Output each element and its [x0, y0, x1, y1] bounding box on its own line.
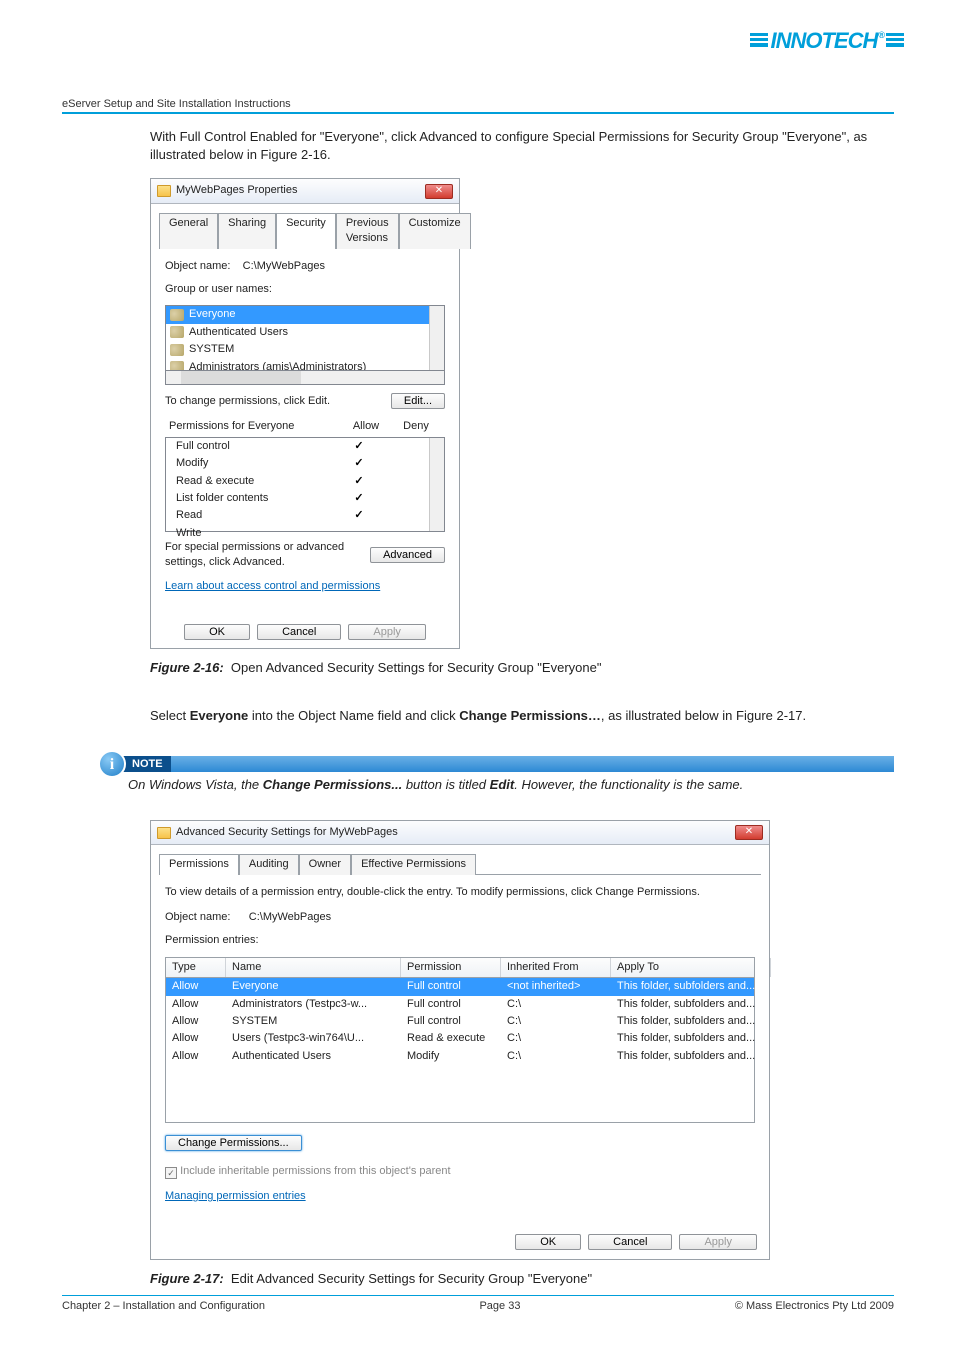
permissions-title: Permissions for Everyone	[169, 419, 341, 434]
figure-2-16-caption: Figure 2-16: Open Advanced Security Sett…	[150, 659, 900, 677]
advanced-security-dialog: Advanced Security Settings for MyWebPage…	[150, 820, 770, 1260]
checkmark-icon: ✓	[334, 456, 384, 471]
list-item-system[interactable]: SYSTEM	[166, 341, 444, 358]
note-block: i NOTE On Windows Vista, the Change Perm…	[104, 756, 894, 794]
tab-general[interactable]: General	[159, 213, 218, 249]
table-row[interactable]: AllowSYSTEMFull controlC:\This folder, s…	[166, 1013, 754, 1030]
scrollbar-vertical[interactable]	[429, 438, 444, 531]
tab-effective[interactable]: Effective Permissions	[351, 854, 476, 874]
apply-button[interactable]: Apply	[679, 1234, 757, 1250]
scrollbar-horizontal[interactable]	[165, 370, 445, 385]
ok-button[interactable]: OK	[184, 624, 250, 640]
col-name[interactable]: Name	[226, 958, 401, 977]
col-permission[interactable]: Permission	[401, 958, 501, 977]
table-header: Type Name Permission Inherited From Appl…	[165, 957, 755, 978]
list-item-everyone[interactable]: Everyone	[166, 306, 444, 323]
folder-icon	[157, 185, 171, 197]
inherit-checkbox[interactable]: ✓	[165, 1167, 177, 1179]
col-inherited[interactable]: Inherited From	[501, 958, 611, 977]
group-icon	[170, 309, 184, 321]
tab-permissions[interactable]: Permissions	[159, 854, 239, 874]
cancel-button[interactable]: Cancel	[257, 624, 341, 640]
perm-modify: Modify	[176, 456, 334, 471]
footer-left: Chapter 2 – Installation and Configurati…	[62, 1300, 265, 1312]
header-rule	[62, 112, 894, 114]
ok-button[interactable]: OK	[515, 1234, 581, 1250]
footer-right: © Mass Electronics Pty Ltd 2009	[735, 1300, 894, 1312]
object-name-label: Object name:	[165, 260, 230, 272]
checkmark-icon: ✓	[334, 474, 384, 489]
tab-customize[interactable]: Customize	[399, 213, 471, 249]
close-icon[interactable]: ✕	[425, 184, 453, 199]
brand-logo: INNOTECH®	[750, 28, 904, 54]
table-row[interactable]: AllowUsers (Testpc3-win764\U...Read & ex…	[166, 1030, 754, 1047]
tab-strip: General Sharing Security Previous Versio…	[151, 204, 459, 248]
perm-full: Full control	[176, 439, 334, 454]
group-label: Group or user names:	[165, 282, 445, 297]
figure-2-17-caption: Figure 2-17: Edit Advanced Security Sett…	[150, 1270, 900, 1288]
deny-header: Deny	[391, 419, 441, 434]
perm-read: Read	[176, 508, 334, 523]
select-everyone-paragraph: Select Everyone into the Object Name fie…	[150, 707, 900, 725]
permission-entries-table[interactable]: AllowEveryoneFull control<not inherited>…	[165, 978, 755, 1123]
advanced-button[interactable]: Advanced	[370, 547, 445, 563]
perm-list: List folder contents	[176, 491, 334, 506]
object-name-value: C:\MyWebPages	[249, 911, 331, 923]
list-item-auth[interactable]: Authenticated Users	[166, 324, 444, 341]
checkmark-icon: ✓	[334, 439, 384, 454]
tab-owner[interactable]: Owner	[299, 854, 351, 874]
tab-auditing[interactable]: Auditing	[239, 854, 299, 874]
change-permissions-button[interactable]: Change Permissions...	[165, 1135, 302, 1151]
inherit-label: Include inheritable permissions from thi…	[180, 1165, 451, 1177]
checkmark-icon	[334, 526, 384, 541]
tab-security[interactable]: Security	[276, 213, 336, 249]
cancel-button[interactable]: Cancel	[588, 1234, 672, 1250]
perm-write: Write	[176, 526, 334, 541]
window-title: Advanced Security Settings for MyWebPage…	[176, 825, 398, 840]
table-row[interactable]: AllowAuthenticated UsersModifyC:\This fo…	[166, 1048, 754, 1065]
perm-read-execute: Read & execute	[176, 474, 334, 489]
page-footer: Chapter 2 – Installation and Configurati…	[62, 1295, 894, 1312]
learn-link[interactable]: Learn about access control and permissio…	[165, 580, 380, 592]
footer-center: Page 33	[479, 1300, 520, 1312]
group-icon	[170, 361, 184, 371]
titlebar[interactable]: Advanced Security Settings for MyWebPage…	[151, 821, 769, 845]
info-icon: i	[98, 750, 126, 778]
table-row[interactable]: AllowEveryoneFull control<not inherited>…	[166, 978, 754, 995]
special-permissions-text: For special permissions or advanced sett…	[165, 540, 362, 571]
apply-button[interactable]: Apply	[348, 624, 426, 640]
group-icon	[170, 326, 184, 338]
titlebar[interactable]: MyWebPages Properties ✕	[151, 179, 459, 203]
intro-paragraph: With Full Control Enabled for "Everyone"…	[150, 128, 900, 164]
table-row[interactable]: AllowAdministrators (Testpc3-w...Full co…	[166, 996, 754, 1013]
checkmark-icon: ✓	[334, 508, 384, 523]
edit-button[interactable]: Edit...	[391, 393, 445, 409]
scrollbar-vertical[interactable]	[429, 306, 444, 370]
group-icon	[170, 344, 184, 356]
doc-title: eServer Setup and Site Installation Inst…	[62, 98, 291, 110]
properties-dialog: MyWebPages Properties ✕ General Sharing …	[150, 178, 460, 649]
col-apply[interactable]: Apply To	[611, 958, 771, 977]
change-permissions-text: To change permissions, click Edit.	[165, 394, 330, 409]
object-name-label: Object name:	[165, 911, 230, 923]
tab-previous-versions[interactable]: Previous Versions	[336, 213, 399, 249]
permission-entries-label: Permission entries:	[165, 933, 755, 948]
footer-rule	[62, 1295, 894, 1296]
note-text: On Windows Vista, the Change Permissions…	[104, 772, 894, 794]
window-title: MyWebPages Properties	[176, 183, 297, 198]
object-name-value: C:\MyWebPages	[243, 260, 325, 272]
close-icon[interactable]: ✕	[735, 825, 763, 840]
list-item-admins[interactable]: Administrators (amis\Administrators)	[166, 359, 444, 372]
manage-link[interactable]: Managing permission entries	[165, 1190, 306, 1202]
folder-icon	[157, 827, 171, 839]
instruction-text: To view details of a permission entry, d…	[165, 885, 755, 900]
group-listbox[interactable]: Everyone Authenticated Users SYSTEM Admi…	[165, 305, 445, 371]
permissions-list[interactable]: Full control✓ Modify✓ Read & execute✓ Li…	[165, 437, 445, 532]
tab-sharing[interactable]: Sharing	[218, 213, 276, 249]
checkmark-icon: ✓	[334, 491, 384, 506]
tab-strip: Permissions Auditing Owner Effective Per…	[151, 845, 769, 873]
col-type[interactable]: Type	[166, 958, 226, 977]
allow-header: Allow	[341, 419, 391, 434]
